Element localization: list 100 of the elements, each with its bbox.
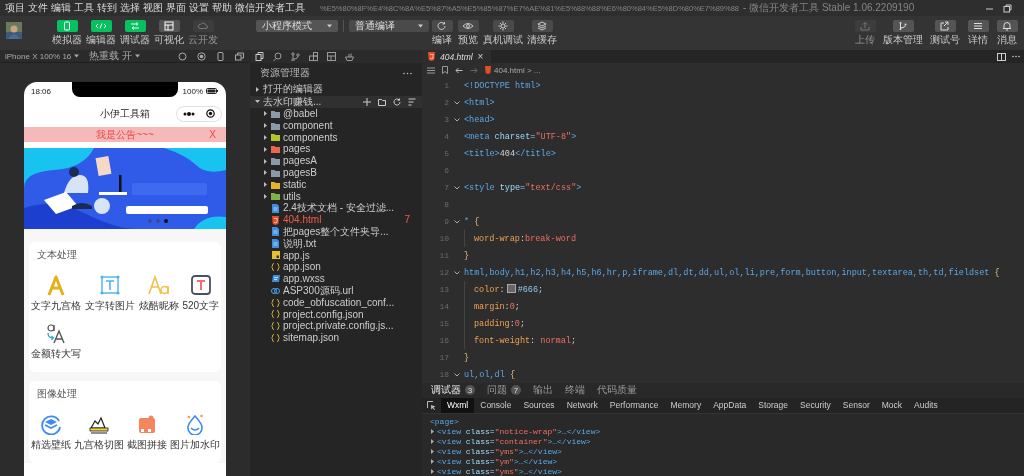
phone-icon[interactable] xyxy=(216,51,225,61)
devtools-tab[interactable]: Sources xyxy=(517,397,561,413)
panel-tab[interactable]: 输出 xyxy=(533,383,553,398)
dom-node[interactable]: <view class="yms">…</view> xyxy=(437,466,562,476)
files-icon[interactable] xyxy=(255,52,264,61)
file-item[interactable]: ASP300源码.url xyxy=(283,284,354,297)
capsule-menu[interactable] xyxy=(176,105,222,122)
eye-button[interactable] xyxy=(457,20,479,32)
refresh-icon[interactable] xyxy=(393,97,401,106)
devtools-tab[interactable]: Sensor xyxy=(836,397,876,413)
folder-item[interactable]: component xyxy=(283,119,333,132)
chevron-icon[interactable] xyxy=(453,100,460,105)
forward-arrow-icon[interactable] xyxy=(470,66,478,74)
menu-item[interactable]: 设置 xyxy=(187,1,210,15)
tool-label[interactable]: 截图拼接 xyxy=(126,438,167,452)
more-icon[interactable] xyxy=(182,111,195,116)
dom-node[interactable]: <view class="notice-wrap">…</view> xyxy=(437,426,601,436)
folder-item[interactable]: pagesA xyxy=(283,155,317,167)
tool-label[interactable]: 炫酷昵称 xyxy=(138,299,179,313)
collapsed-arrow-icon[interactable] xyxy=(263,135,268,140)
file-item[interactable]: project.config.json xyxy=(283,308,364,321)
folder-item[interactable]: pagesB xyxy=(283,167,317,179)
tab-close[interactable]: × xyxy=(477,51,484,62)
devtools-tab[interactable]: Memory xyxy=(664,397,708,413)
caret-icon[interactable] xyxy=(418,24,423,28)
file-item[interactable]: app.wxss xyxy=(283,273,325,285)
toggle-button[interactable] xyxy=(158,20,180,32)
back-arrow-icon[interactable] xyxy=(455,66,463,74)
settings-button[interactable] xyxy=(492,20,514,32)
tool-label[interactable]: 九宫格切图 xyxy=(73,438,124,452)
chevron-icon[interactable] xyxy=(453,219,460,224)
menu-item[interactable]: 项目 xyxy=(3,1,26,15)
devtools-tab[interactable]: Mock xyxy=(875,397,909,413)
search-icon[interactable] xyxy=(273,52,282,61)
external-link-button[interactable] xyxy=(934,20,956,32)
devtools-tab[interactable]: Console xyxy=(474,397,518,413)
folder-item[interactable]: utils xyxy=(283,190,301,203)
toggle-button[interactable] xyxy=(124,20,146,32)
chevron-icon[interactable] xyxy=(453,117,460,122)
add-icon[interactable] xyxy=(363,97,371,106)
editor-tab[interactable]: 404.html × xyxy=(422,50,492,63)
folder-item[interactable]: static xyxy=(283,178,307,191)
menu-item[interactable]: 转到 xyxy=(95,1,118,15)
more-icon[interactable] xyxy=(403,71,412,75)
toggle-button[interactable] xyxy=(90,20,112,32)
refresh-button[interactable] xyxy=(431,20,453,32)
caret-icon[interactable] xyxy=(135,54,141,58)
tool-label[interactable]: 图片加水印 xyxy=(169,438,220,452)
collapsed-arrow-icon[interactable] xyxy=(255,86,260,92)
collapsed-arrow-icon[interactable] xyxy=(430,448,435,454)
tab-title[interactable]: 404.html xyxy=(440,51,473,62)
dom-node[interactable]: <view class="container">…</view> xyxy=(437,436,591,446)
hot-reload-dropdown[interactable]: 热重载 开 xyxy=(89,50,141,63)
bell-button[interactable] xyxy=(996,20,1018,32)
tool-label[interactable]: 文字转图片 xyxy=(84,299,135,313)
collapsed-arrow-icon[interactable] xyxy=(430,458,435,464)
restore-icon[interactable] xyxy=(1003,3,1012,13)
bookmark-icon[interactable] xyxy=(442,66,448,74)
section-header[interactable]: 打开的编辑器 xyxy=(263,82,323,97)
file-item[interactable]: app.js xyxy=(283,249,310,262)
menu-item[interactable]: 工具 xyxy=(72,1,95,15)
file-item[interactable]: code_obfuscation_conf... xyxy=(283,296,395,309)
layers-button[interactable] xyxy=(531,20,553,32)
chevron-icon[interactable] xyxy=(453,270,460,275)
caret-icon[interactable] xyxy=(327,24,332,28)
caret-icon[interactable] xyxy=(74,54,80,58)
devtools-tab[interactable]: Storage xyxy=(752,397,795,413)
panel-tab[interactable]: 代码质量 xyxy=(597,383,637,398)
panel-tab[interactable]: 问题 7 xyxy=(487,383,521,398)
devtools-tab[interactable]: Performance xyxy=(603,397,665,413)
toggle-button[interactable] xyxy=(56,20,78,32)
carousel-dot[interactable] xyxy=(156,219,160,223)
devtools-tab[interactable]: Network xyxy=(560,397,604,413)
devtools-tab[interactable]: Security xyxy=(794,397,837,413)
menu-item[interactable]: 文件 xyxy=(26,1,49,15)
menu-item[interactable]: 界面 xyxy=(164,1,187,15)
menu-item[interactable]: 微信开发者工具 xyxy=(233,1,306,15)
branch-button[interactable] xyxy=(892,20,914,32)
inspect-icon[interactable] xyxy=(427,400,436,410)
tool-label[interactable]: 精选壁纸 xyxy=(30,438,71,452)
devtools-tab[interactable]: Wxml xyxy=(441,397,475,413)
circle-icon[interactable] xyxy=(178,51,187,61)
tool-label[interactable]: 520文字 xyxy=(182,299,220,313)
tool-label[interactable]: 金额转大写 xyxy=(30,347,81,361)
carousel-dot[interactable] xyxy=(164,219,168,223)
chevron-icon[interactable] xyxy=(453,185,460,190)
expanded-arrow-icon[interactable] xyxy=(255,99,260,105)
dom-node[interactable]: <view class="ym">…</view> xyxy=(437,456,558,466)
collapsed-arrow-icon[interactable] xyxy=(430,428,435,434)
record-icon[interactable] xyxy=(197,51,206,61)
compile-dropdown[interactable]: 普通编译 xyxy=(349,20,429,32)
devtools-tab[interactable]: AppData xyxy=(707,397,753,413)
file-item[interactable]: 404.html xyxy=(283,214,322,226)
blocks-icon[interactable] xyxy=(309,52,318,61)
file-item[interactable]: 2.4技术文档 - 安全过滤... xyxy=(283,202,395,215)
device-dropdown[interactable]: iPhone X 100% 16 xyxy=(5,51,80,61)
file-item[interactable]: sitemap.json xyxy=(283,332,340,344)
collapse-icon[interactable] xyxy=(408,97,416,106)
mode-dropdown[interactable]: 小程序模式 xyxy=(256,20,338,32)
more-icon[interactable] xyxy=(1012,55,1020,58)
